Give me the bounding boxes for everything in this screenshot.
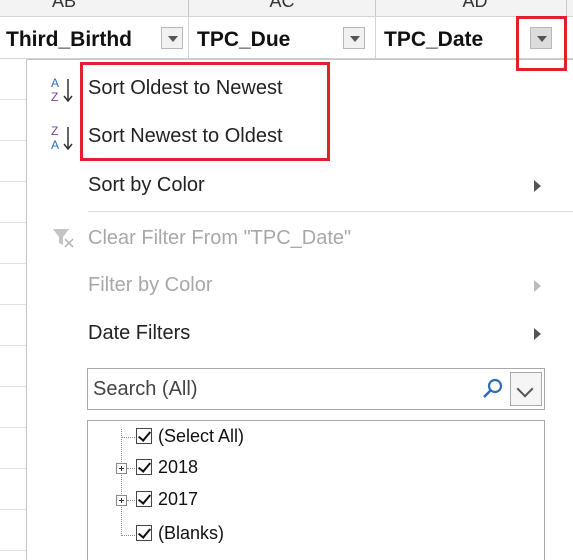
column-divider[interactable]: [566, 0, 567, 16]
submenu-arrow-icon: [534, 180, 541, 192]
highlight-box-sort-options: [80, 62, 330, 161]
checkbox-checked[interactable]: [136, 428, 152, 444]
clear-filter-item[interactable]: Clear Filter From "TPC_Date": [27, 219, 573, 259]
checkbox-checked[interactable]: [136, 459, 152, 475]
date-filters-item[interactable]: Date Filters: [27, 314, 573, 354]
submenu-arrow-icon: [534, 280, 541, 292]
column-letter-ad[interactable]: AD: [455, 0, 495, 15]
highlight-box-filter-button: [516, 16, 567, 71]
year-2017-label: 2017: [158, 489, 199, 509]
tree-connector: [121, 429, 122, 536]
date-filters-label: Date Filters: [88, 322, 191, 344]
search-icon[interactable]: [481, 377, 505, 401]
table-header-row: Third_Birthd TPC_Due TPC_Date: [0, 17, 573, 59]
svg-text:Z: Z: [51, 90, 58, 104]
menu-separator: [88, 211, 573, 212]
column-letter-ac[interactable]: AC: [262, 0, 302, 15]
checkbox-checked[interactable]: [136, 525, 152, 541]
filter-by-color-label: Filter by Color: [88, 274, 213, 296]
search-input[interactable]: [88, 369, 483, 409]
filter-dropdown-button[interactable]: [161, 27, 183, 49]
search-dropdown-button[interactable]: [510, 372, 542, 406]
svg-text:A: A: [51, 138, 59, 152]
search-field[interactable]: [87, 368, 545, 410]
blanks-label: (Blanks): [158, 523, 225, 543]
sort-descending-icon: Z A: [51, 124, 73, 152]
sort-ascending-icon: A Z: [51, 76, 73, 104]
clear-filter-icon: [53, 229, 74, 248]
column-letter-ab[interactable]: AB: [44, 0, 84, 15]
clear-filter-label: Clear Filter From "TPC_Date": [88, 227, 352, 249]
tree-connector: [127, 500, 135, 501]
column-letter-header: AB AC AD: [0, 0, 573, 17]
expand-plus-icon[interactable]: [116, 495, 127, 506]
header-label: Third_Birthd: [6, 28, 132, 51]
tree-connector: [121, 535, 135, 536]
header-cell-tpc-due[interactable]: TPC_Due: [189, 17, 376, 58]
header-label: TPC_Date: [384, 28, 484, 51]
submenu-arrow-icon: [534, 328, 541, 340]
filter-dropdown-button[interactable]: [343, 27, 365, 49]
tree-connector: [121, 437, 135, 438]
checkbox-checked[interactable]: [136, 491, 152, 507]
expand-plus-icon[interactable]: [116, 463, 127, 474]
sort-by-color-item[interactable]: Sort by Color: [27, 166, 573, 206]
value-list: (Select All) 2018 2017 (Blanks): [87, 420, 545, 560]
column-divider[interactable]: [188, 0, 189, 16]
sort-by-color-label: Sort by Color: [88, 174, 205, 196]
filter-by-color-item[interactable]: Filter by Color: [27, 266, 573, 306]
select-all-label: (Select All): [158, 426, 245, 446]
header-cell-third-birthday[interactable]: Third_Birthd: [0, 17, 189, 58]
svg-text:A: A: [51, 76, 59, 90]
svg-text:Z: Z: [51, 124, 58, 138]
year-2018-label: 2018: [158, 457, 199, 477]
header-label: TPC_Due: [197, 28, 291, 51]
column-divider[interactable]: [375, 0, 376, 16]
tree-connector: [127, 468, 135, 469]
